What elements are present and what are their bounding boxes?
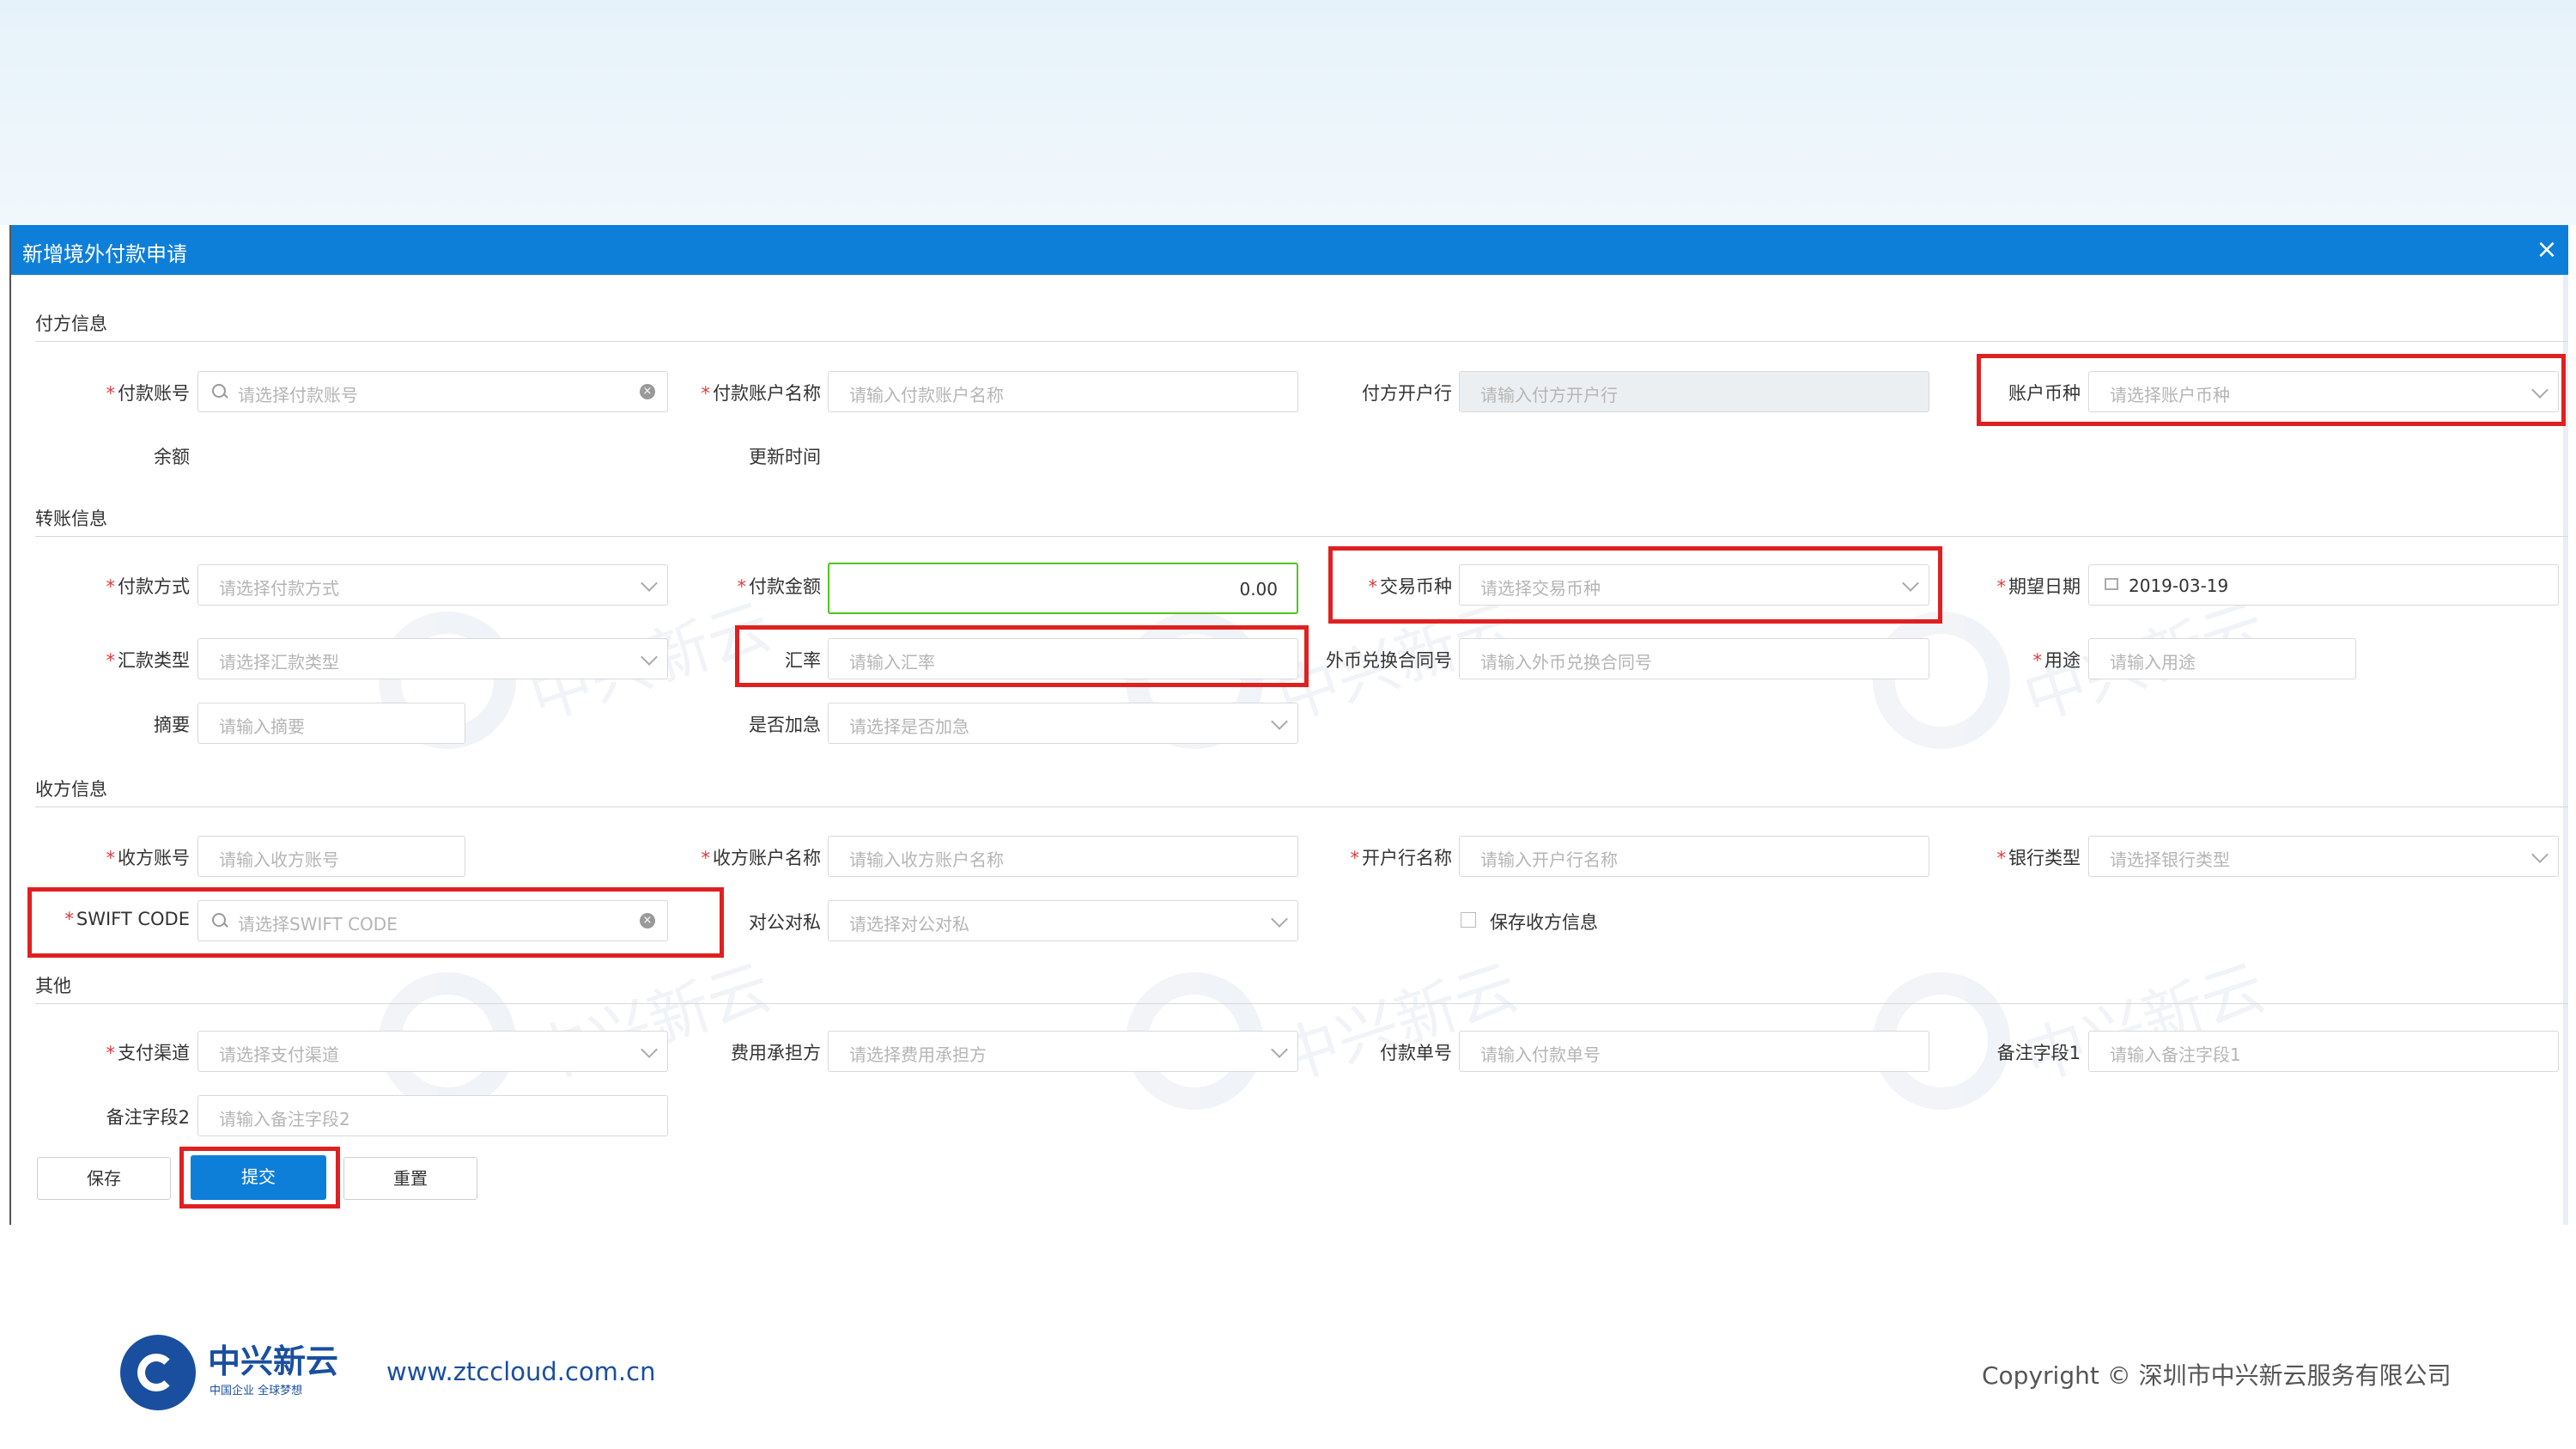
watermark: 中兴新云	[379, 938, 791, 1110]
payee-account-name-label: * 收方账户名称	[701, 848, 822, 868]
scrollbar[interactable]	[2563, 275, 2568, 1225]
swift-code-select[interactable]: 请选择SWIFT CODE ×	[197, 900, 668, 941]
payment-order-label: 付款单号	[1380, 1043, 1452, 1063]
dialog-header: 新增境外付款申请 ×	[9, 225, 2568, 275]
payment-channel-label: * 支付渠道	[106, 1043, 191, 1063]
save-payee-checkbox[interactable]	[1461, 912, 1476, 928]
reset-button[interactable]: 重置	[343, 1157, 477, 1200]
watermark: 中兴新云	[1873, 938, 2285, 1110]
payment-method-select[interactable]: 请选择付款方式	[197, 564, 668, 606]
save-payee-label: 保存收方信息	[1490, 912, 1598, 933]
bank-type-select[interactable]: 请选择银行类型	[2088, 836, 2559, 877]
search-icon	[212, 913, 226, 927]
payer-account-name-input[interactable]: 请输入付款账户名称	[828, 371, 1298, 412]
account-currency-label: 账户币种	[2008, 383, 2081, 404]
remit-type-select[interactable]: 请选择汇款类型	[197, 638, 668, 679]
purpose-label: * 用途	[2032, 650, 2081, 671]
payment-order-input[interactable]: 请输入付款单号	[1459, 1031, 1929, 1072]
chevron-down-icon	[641, 575, 658, 592]
section-divider	[35, 536, 2568, 537]
bank-type-label: * 银行类型	[1996, 848, 2081, 868]
remit-type-label: * 汇款类型	[106, 650, 191, 671]
public-private-select[interactable]: 请选择对公对私	[828, 900, 1298, 941]
chevron-down-icon	[2531, 846, 2549, 863]
expected-date-label: * 期望日期	[1996, 576, 2081, 597]
summary-label: 摘要	[154, 715, 190, 735]
exchange-rate-input[interactable]: 请输入汇率	[828, 638, 1298, 679]
top-background-band	[0, 0, 2576, 225]
account-currency-select[interactable]: 请选择账户币种	[2088, 371, 2559, 412]
chevron-down-icon	[2531, 381, 2549, 399]
trade-currency-label: * 交易币种	[1368, 576, 1453, 597]
purpose-input[interactable]: 请输入用途	[2088, 638, 2356, 679]
payer-bank-label: 付方开户行	[1362, 383, 1452, 404]
trade-currency-select[interactable]: 请选择交易币种	[1459, 564, 1929, 606]
footer-url: www.ztccloud.com.cn	[386, 1357, 656, 1386]
payment-amount-input[interactable]: 0.00	[828, 563, 1298, 614]
fx-contract-input[interactable]: 请输入外币兑换合同号	[1459, 638, 1929, 679]
remark1-label: 备注字段1	[1996, 1043, 2081, 1063]
payer-account-label: * 付款账号	[106, 383, 191, 404]
chevron-down-icon	[1902, 575, 1919, 592]
dialog-title: 新增境外付款申请	[22, 242, 187, 266]
section-title-transfer: 转账信息	[35, 508, 107, 529]
chevron-down-icon	[1271, 713, 1288, 730]
section-title-other: 其他	[35, 976, 71, 996]
clear-icon[interactable]: ×	[640, 384, 655, 399]
section-title-payer: 付方信息	[35, 314, 107, 334]
section-divider	[35, 341, 2568, 342]
swift-code-label: * SWIFT CODE	[64, 909, 190, 929]
search-icon	[212, 384, 226, 398]
payee-account-name-input[interactable]: 请输入收方账户名称	[828, 836, 1298, 877]
watermark: 中兴新云	[1126, 938, 1538, 1110]
payment-channel-select[interactable]: 请选择支付渠道	[197, 1031, 668, 1072]
close-icon[interactable]: ×	[2532, 235, 2561, 265]
expected-date-picker[interactable]: 2019-03-19	[2088, 564, 2559, 606]
chevron-down-icon	[1271, 910, 1288, 928]
submit-button[interactable]: 提交	[191, 1155, 326, 1200]
public-private-label: 对公对私	[749, 912, 821, 933]
chevron-down-icon	[641, 648, 658, 666]
urgent-select[interactable]: 请选择是否加急	[828, 703, 1298, 744]
company-logo: 中兴新云 中国企业 全球梦想	[120, 1330, 343, 1412]
exchange-rate-label: 汇率	[785, 650, 821, 671]
payee-account-label: * 收方账号	[106, 848, 191, 868]
chevron-down-icon	[1271, 1041, 1288, 1058]
remark2-input[interactable]: 请输入备注字段2	[197, 1095, 668, 1136]
payment-amount-label: * 付款金额	[737, 576, 822, 597]
logo-slogan: 中国企业 全球梦想	[210, 1385, 303, 1397]
balance-label: 余额	[154, 447, 190, 467]
remark1-input[interactable]: 请输入备注字段1	[2088, 1031, 2559, 1072]
summary-input[interactable]: 请输入摘要	[197, 703, 465, 744]
dialog-left-border	[9, 225, 11, 1225]
payment-method-label: * 付款方式	[106, 576, 191, 597]
urgent-label: 是否加急	[749, 715, 821, 735]
payer-account-select[interactable]: 请选择付款账号 ×	[197, 371, 668, 412]
fee-bearer-label: 费用承担方	[731, 1043, 821, 1063]
save-button[interactable]: 保存	[37, 1157, 171, 1200]
chevron-down-icon	[641, 1041, 658, 1058]
payee-account-input[interactable]: 请输入收方账号	[197, 836, 465, 877]
section-divider	[35, 1003, 2568, 1004]
remark2-label: 备注字段2	[106, 1107, 190, 1128]
payment-dialog: 新增境外付款申请 × 中兴新云 中兴新云 中兴新云 中兴新云 中兴新云 中兴新云…	[9, 225, 2568, 1225]
bank-name-input[interactable]: 请输入开户行名称	[1459, 836, 1929, 877]
calendar-icon	[2105, 578, 2118, 590]
update-time-label: 更新时间	[749, 447, 821, 467]
fee-bearer-select[interactable]: 请选择费用承担方	[828, 1031, 1298, 1072]
footer-copyright: Copyright © 深圳市中兴新云服务有限公司	[1982, 1361, 2451, 1390]
logo-name: 中兴新云	[208, 1342, 339, 1380]
logo-icon	[120, 1335, 196, 1410]
payer-bank-input: 请输入付方开户行	[1459, 371, 1929, 412]
fx-contract-label: 外币兑换合同号	[1326, 650, 1452, 671]
bank-name-label: * 开户行名称	[1350, 848, 1453, 868]
section-title-payee: 收方信息	[35, 779, 107, 800]
clear-icon[interactable]: ×	[640, 913, 655, 928]
payer-account-name-label: * 付款账户名称	[701, 383, 822, 404]
